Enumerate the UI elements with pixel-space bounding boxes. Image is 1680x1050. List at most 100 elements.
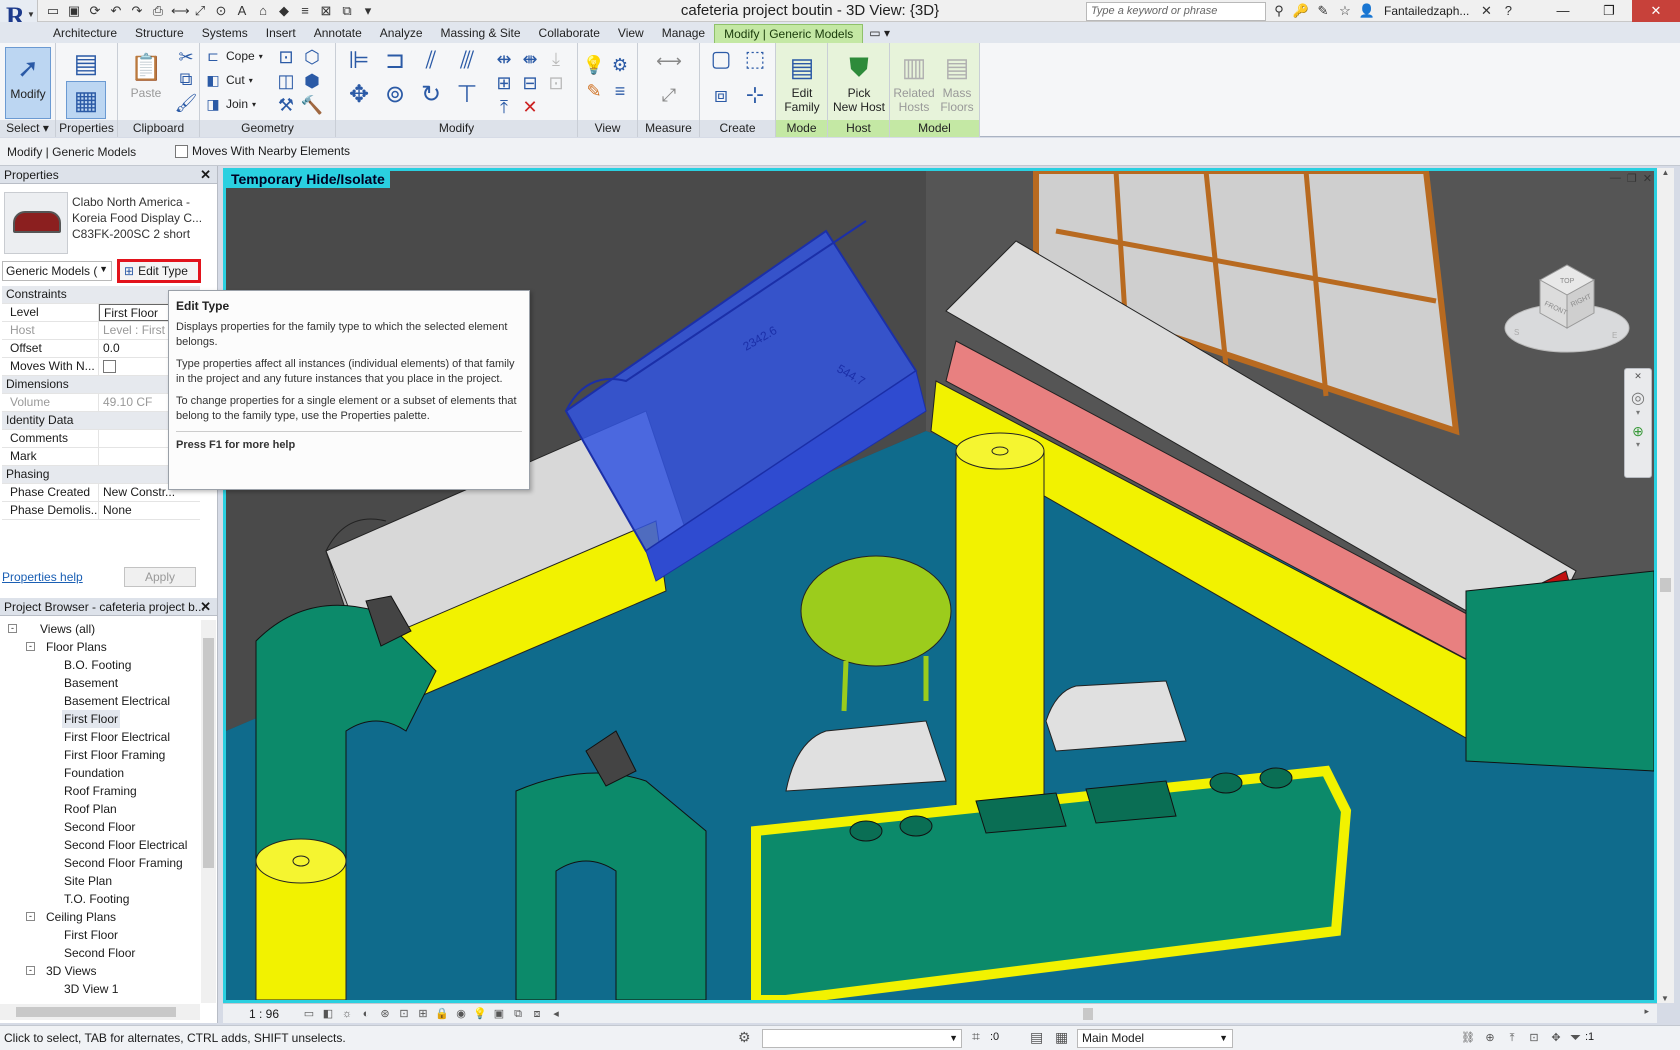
close-navbar-icon[interactable]: ✕ <box>1625 371 1651 382</box>
measure-between-icon[interactable]: ⟷ <box>644 49 694 73</box>
type-selector[interactable]: Clabo North America - Koreia Food Displa… <box>72 194 212 242</box>
select-by-face-icon[interactable]: ⊡ <box>1526 1030 1542 1046</box>
close-icon[interactable]: ✕ <box>200 167 211 183</box>
temporary-hide-icon[interactable]: ◉ <box>453 1006 469 1022</box>
collapse-toggle-icon[interactable]: - <box>8 624 17 633</box>
lock-icon[interactable]: ⊡ <box>544 71 568 95</box>
browser-item[interactable]: Foundation <box>0 764 200 782</box>
exchange-apps-icon[interactable]: ✕ <box>1477 2 1495 20</box>
create-assembly-icon[interactable]: ▢ <box>706 47 736 77</box>
moves-with-checkbox[interactable] <box>103 360 116 373</box>
sun-path-icon[interactable]: ☼ <box>339 1006 355 1022</box>
trim-extend-icon[interactable]: ⊤ <box>452 83 482 113</box>
property-row[interactable]: Phase Demolis... None <box>2 502 200 520</box>
checkbox[interactable] <box>175 144 188 158</box>
close-icon[interactable]: ✕ <box>200 599 211 615</box>
browser-item[interactable]: - 3D Views <box>0 962 200 980</box>
restore-button[interactable]: ❐ <box>1586 0 1632 22</box>
measure-icon[interactable]: ⟷ <box>170 2 190 20</box>
analysis-display-icon[interactable]: ⧉ <box>510 1006 526 1022</box>
rotate-icon[interactable]: ↻ <box>416 83 446 113</box>
favorites-icon[interactable]: ☆ <box>1336 2 1354 20</box>
close-hidden-icon[interactable]: ⊠ <box>317 2 335 20</box>
worksets-icon[interactable]: ⚙ <box>738 1029 751 1046</box>
browser-item[interactable]: Basement Electrical <box>0 692 200 710</box>
zoom-icon[interactable]: ⊕ <box>1625 423 1651 440</box>
demolish-icon[interactable]: ⚒ <box>274 93 298 117</box>
default-3d-icon[interactable]: ⌂ <box>254 2 272 20</box>
split-gap-icon[interactable]: ⇼ <box>518 47 542 71</box>
browser-item[interactable]: Roof Plan <box>0 800 200 818</box>
unjoin-icon[interactable]: ⊡ <box>274 45 298 69</box>
redo-icon[interactable]: ↷ <box>128 2 146 20</box>
crop-view-icon[interactable]: ⊡ <box>396 1006 412 1022</box>
unpin-icon[interactable]: ⤓ <box>544 47 568 71</box>
collapse-toggle-icon[interactable]: - <box>26 912 35 921</box>
show-crop-icon[interactable]: ⊞ <box>415 1006 431 1022</box>
tab-modify-generic-models[interactable]: Modify | Generic Models <box>714 24 864 43</box>
browser-item[interactable]: First Floor <box>0 710 200 728</box>
delete-icon[interactable]: ✕ <box>518 95 542 119</box>
tab-structure[interactable]: Structure <box>126 24 193 43</box>
linework-icon[interactable]: ✎ <box>582 79 606 103</box>
view-scale[interactable]: 1 : 96 <box>249 1007 279 1021</box>
restore-view-icon[interactable]: ❐ <box>1627 172 1637 185</box>
rendering-icon[interactable]: ⊛ <box>377 1006 393 1022</box>
design-options-icon[interactable]: ▦ <box>1055 1029 1068 1046</box>
array-icon[interactable]: ⊞ <box>492 71 516 95</box>
hide-in-view-icon[interactable]: 💡 <box>582 53 606 77</box>
save-icon[interactable]: ▣ <box>65 2 83 20</box>
browser-item[interactable]: Roof Framing <box>0 782 200 800</box>
visual-style-icon[interactable]: ◧ <box>320 1006 336 1022</box>
filter-icon[interactable]: ⌗ <box>972 1028 980 1045</box>
scroll-right-icon[interactable]: ▸ <box>1644 1006 1649 1017</box>
tab-analyze[interactable]: Analyze <box>371 24 432 43</box>
create-similar-icon[interactable]: ⊹ <box>740 83 770 113</box>
thin-lines-icon[interactable]: ≡ <box>296 2 314 20</box>
ribbon-minimize-toggle[interactable]: ▭ ▾ <box>863 24 896 43</box>
select-underlay-icon[interactable]: ⊕ <box>1482 1030 1498 1046</box>
browser-item[interactable]: 3D View 2 <box>0 998 200 1000</box>
section-icon[interactable]: ◆ <box>275 2 293 20</box>
related-hosts-button[interactable]: ▥ Related Hosts <box>892 47 936 119</box>
workset-select[interactable]: ▼ <box>762 1029 962 1048</box>
communication-icon[interactable]: ✎ <box>1314 2 1332 20</box>
scale-icon[interactable]: ⊟ <box>518 71 542 95</box>
edit-family-button[interactable]: ▤ Edit Family <box>779 47 825 119</box>
select-pinned-icon[interactable]: ⤒ <box>1504 1030 1520 1046</box>
tab-manage[interactable]: Manage <box>653 24 714 43</box>
paste-button[interactable]: 📋 Paste <box>124 47 168 119</box>
aligned-dimension-tool-icon[interactable]: ⤢ <box>644 83 694 107</box>
detail-level-icon[interactable]: ▭ <box>301 1006 317 1022</box>
browser-item[interactable]: Second Floor Electrical <box>0 836 200 854</box>
viewport-horizontal-scrollbar[interactable] <box>583 1008 1633 1020</box>
lock-3d-icon[interactable]: 🔒 <box>434 1006 450 1022</box>
property-value[interactable]: None <box>99 502 200 519</box>
browser-item[interactable]: First Floor <box>0 926 200 944</box>
user-icon[interactable]: 👤 <box>1358 2 1376 20</box>
pin-icon[interactable]: ⤒ <box>492 95 516 119</box>
moves-with-nearby-checkbox[interactable]: Moves With Nearby Elements <box>175 144 350 158</box>
browser-item[interactable]: - Floor Plans <box>0 638 200 656</box>
tab-insert[interactable]: Insert <box>257 24 305 43</box>
tab-architecture[interactable]: Architecture <box>44 24 126 43</box>
undo-icon[interactable]: ↶ <box>107 2 125 20</box>
browser-item[interactable]: Site Plan <box>0 872 200 890</box>
copy-element-icon[interactable]: ⊚ <box>380 83 410 113</box>
minimize-view-icon[interactable]: — <box>1610 172 1621 185</box>
browser-item[interactable]: First Floor Electrical <box>0 728 200 746</box>
browser-item[interactable]: Second Floor <box>0 818 200 836</box>
help-search-input[interactable]: Type a keyword or phrase <box>1086 2 1266 21</box>
move-icon[interactable]: ✥ <box>344 83 374 113</box>
pick-new-host-button[interactable]: ⛊ Pick New Host <box>831 47 887 119</box>
scroll-left-icon[interactable]: ◂ <box>548 1006 564 1022</box>
browser-item[interactable]: Basement <box>0 674 200 692</box>
category-filter-select[interactable]: Generic Models (▼ <box>2 261 112 281</box>
tab-systems[interactable]: Systems <box>193 24 257 43</box>
tab-view[interactable]: View <box>609 24 653 43</box>
aligned-dimension-icon[interactable]: ⤢ <box>191 2 209 20</box>
cope-button[interactable]: ⊏ Cope ▾ <box>204 45 263 67</box>
browser-vertical-scrollbar[interactable] <box>201 620 216 1003</box>
collapse-toggle-icon[interactable]: - <box>26 966 35 975</box>
paint-icon[interactable]: ⬢ <box>300 69 324 93</box>
